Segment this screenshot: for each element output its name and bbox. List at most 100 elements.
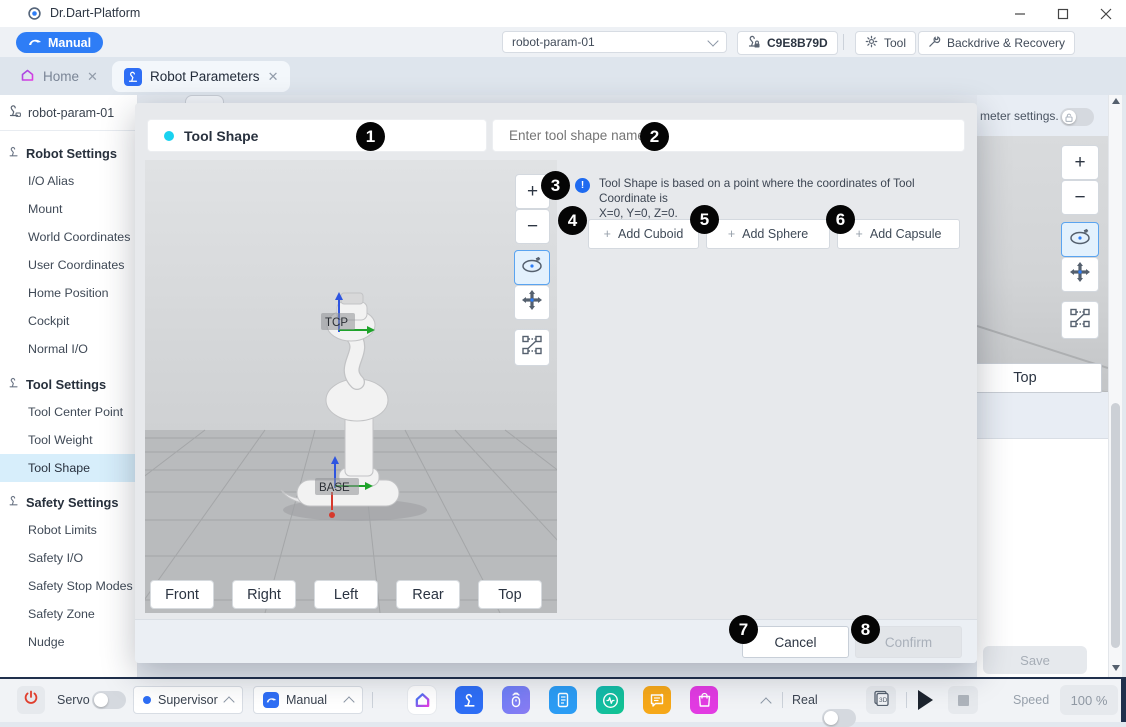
dock-monitoring-app-icon[interactable]	[596, 686, 624, 714]
manual-mode-icon	[28, 36, 42, 50]
annotation-badge-4: 4	[558, 206, 587, 235]
mode-dropdown[interactable]: Manual	[253, 686, 363, 714]
bg-white-panel: Save	[977, 438, 1108, 678]
bg-zoom-in-button[interactable]: +	[1061, 145, 1099, 180]
settings-text: meter settings.	[980, 109, 1059, 123]
scroll-down-icon[interactable]	[1112, 665, 1120, 671]
sidebar-section-robot-settings[interactable]: Robot Settings	[0, 139, 137, 167]
scrollbar-thumb[interactable]	[1111, 403, 1120, 648]
sidebar-item-safety-stop-modes[interactable]: Safety Stop Modes	[0, 572, 137, 600]
play-button[interactable]	[918, 690, 933, 710]
sidebar-item-normal-io[interactable]: Normal I/O	[0, 335, 137, 363]
view-right-button[interactable]: Right	[232, 580, 296, 609]
dock-robot-params-app-icon[interactable]	[455, 686, 483, 714]
robot-param-icon	[8, 104, 22, 121]
param-select[interactable]: robot-param-01	[502, 31, 727, 53]
pan-view-button[interactable]	[514, 285, 550, 320]
settings-lock-toggle[interactable]	[1060, 108, 1094, 126]
stop-button[interactable]	[948, 686, 978, 714]
measure-icon	[1069, 307, 1091, 334]
view-top-button[interactable]: Top	[478, 580, 542, 609]
tool-button[interactable]: Tool	[855, 31, 916, 55]
mode-button[interactable]: Manual	[16, 32, 103, 53]
scrollbar[interactable]	[1108, 95, 1122, 677]
dialog-title-card: Tool Shape	[147, 119, 487, 152]
dock-expand-icon[interactable]	[760, 697, 771, 708]
sidebar-section-tool-settings[interactable]: Tool Settings	[0, 370, 137, 398]
info-icon: !	[575, 178, 590, 193]
device-id-badge[interactable]: C9E8B79D	[737, 31, 838, 55]
manual-mode-icon	[263, 692, 279, 708]
sidebar: robot-param-01 Robot Settings I/O Alias …	[0, 95, 138, 677]
role-dropdown[interactable]: Supervisor	[133, 686, 243, 714]
scroll-up-icon[interactable]	[1112, 98, 1120, 104]
orbit-icon	[1068, 227, 1092, 252]
sidebar-item-safety-io[interactable]: Safety I/O	[0, 544, 137, 572]
sim-3d-button[interactable]: 3D	[866, 686, 896, 714]
annotation-badge-1: 1	[356, 122, 385, 151]
sidebar-item-world-coordinates[interactable]: World Coordinates	[0, 223, 137, 251]
tab-home-close-icon[interactable]: ✕	[87, 69, 98, 85]
dock-jog-app-icon[interactable]	[502, 686, 530, 714]
section-safety-icon	[8, 495, 20, 510]
sidebar-item-tool-center-point[interactable]: Tool Center Point	[0, 398, 137, 426]
real-toggle[interactable]	[822, 709, 856, 727]
toolbar-separator	[843, 34, 844, 50]
minimize-button[interactable]	[1005, 3, 1035, 25]
sidebar-item-cockpit[interactable]: Cockpit	[0, 307, 137, 335]
tab-robot-parameters-close-icon[interactable]: ✕	[268, 69, 279, 85]
sidebar-item-home-position[interactable]: Home Position	[0, 279, 137, 307]
view-front-button[interactable]: Front	[150, 580, 214, 609]
sidebar-section-safety-settings[interactable]: Safety Settings	[0, 488, 137, 516]
measure-button[interactable]	[514, 329, 550, 366]
sidebar-item-robot-limits[interactable]: Robot Limits	[0, 516, 137, 544]
servo-toggle[interactable]	[92, 691, 126, 709]
bg-measure-button[interactable]	[1061, 301, 1099, 339]
dock-home-app-icon[interactable]	[408, 686, 436, 714]
gear-icon	[865, 35, 878, 51]
add-capsule-button[interactable]: + Add Capsule	[837, 219, 960, 249]
annotation-badge-2: 2	[640, 122, 669, 151]
sidebar-item-safety-zone[interactable]: Safety Zone	[0, 600, 137, 628]
bg-zoom-out-button[interactable]: −	[1061, 180, 1099, 215]
dock-store-app-icon[interactable]	[690, 686, 718, 714]
zoom-out-button[interactable]: −	[515, 209, 550, 244]
maximize-button[interactable]	[1048, 3, 1078, 25]
tool-shape-name-input[interactable]	[507, 127, 941, 144]
sidebar-item-tool-shape[interactable]: Tool Shape	[0, 454, 137, 482]
sidebar-item-io-alias[interactable]: I/O Alias	[0, 167, 137, 195]
sidebar-item-mount[interactable]: Mount	[0, 195, 137, 223]
rotate-view-button[interactable]	[514, 250, 550, 285]
view-rear-button[interactable]: Rear	[396, 580, 460, 609]
sidebar-item-nudge[interactable]: Nudge	[0, 628, 137, 656]
dialog-title: Tool Shape	[184, 128, 258, 144]
save-button[interactable]: Save	[983, 646, 1087, 674]
tool-shape-name-field[interactable]	[492, 119, 965, 152]
cancel-button[interactable]: Cancel	[742, 626, 849, 658]
tool-shape-viewport[interactable]: TCP BASE	[145, 160, 557, 613]
add-cuboid-button[interactable]: + Add Cuboid	[588, 219, 699, 249]
bg-strip	[977, 392, 1108, 438]
tcp-label: TCP	[325, 317, 348, 329]
dock-message-app-icon[interactable]	[643, 686, 671, 714]
close-button[interactable]	[1091, 3, 1121, 25]
toggle-knob	[824, 711, 838, 725]
orbit-icon	[520, 255, 544, 280]
tab-home[interactable]: Home ✕	[8, 61, 110, 92]
bg-pan-view-button[interactable]	[1061, 257, 1099, 292]
backdrive-recovery-button[interactable]: Backdrive & Recovery	[918, 31, 1075, 55]
dock-task-app-icon[interactable]	[549, 686, 577, 714]
robot-lock-icon	[747, 35, 761, 52]
add-sphere-button[interactable]: + Add Sphere	[706, 219, 830, 249]
sidebar-item-tool-weight[interactable]: Tool Weight	[0, 426, 137, 454]
power-icon	[23, 690, 39, 711]
cyan-dot-icon	[164, 131, 174, 141]
view-left-button[interactable]: Left	[314, 580, 378, 609]
annotation-badge-3: 3	[541, 171, 570, 200]
speed-value[interactable]: 100 %	[1060, 685, 1118, 715]
sidebar-item-user-coordinates[interactable]: User Coordinates	[0, 251, 137, 279]
power-button[interactable]	[17, 686, 45, 714]
bg-rotate-view-button[interactable]	[1061, 222, 1099, 257]
speed-label: Speed	[1013, 693, 1049, 707]
tab-robot-parameters[interactable]: Robot Parameters ✕	[112, 61, 290, 92]
